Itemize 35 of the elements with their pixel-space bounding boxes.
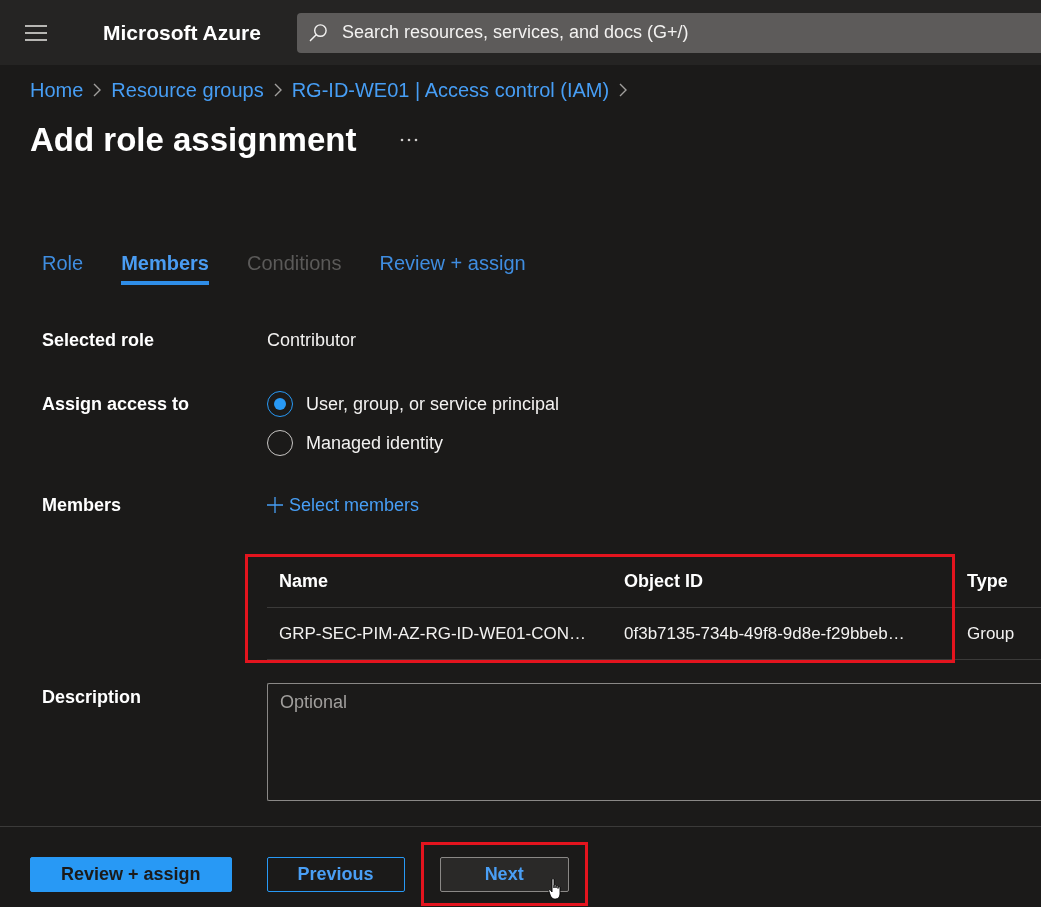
search-field[interactable]: Search resources, services, and docs (G+/) [296, 12, 1041, 53]
column-header: Type [966, 570, 1009, 593]
tab[interactable]: Role [42, 245, 84, 285]
field-label: Description [42, 687, 142, 707]
tab[interactable]: Review + assign [379, 245, 526, 285]
table-cell-text: 0f3b7135-734b-49f8-9d8e-f29bbeb… [623, 622, 906, 645]
selected-role-value: Contributor [267, 329, 357, 352]
menu-icon[interactable] [25, 24, 47, 41]
footer-button[interactable]: Previous [266, 857, 405, 892]
plus-icon [267, 497, 283, 513]
field-label: Assign access to [42, 394, 190, 414]
more-options-icon[interactable] [400, 138, 419, 142]
chevron-right-icon [619, 83, 628, 97]
field-label: Selected role [42, 329, 155, 350]
breadcrumb-link[interactable]: RG-ID-WE01 | Access control (IAM) [291, 78, 610, 102]
app-title[interactable]: Microsoft Azure [103, 16, 261, 49]
breadcrumb-link[interactable]: Resource groups [111, 78, 264, 102]
table-cell-text: Group [966, 622, 1016, 645]
column-header: Name [278, 570, 330, 593]
page-title: Add role assignment [30, 120, 357, 160]
chevron-right-icon [93, 83, 102, 97]
search-icon [308, 23, 328, 42]
radio-option[interactable]: Managed identity [267, 430, 444, 456]
select-members-link[interactable]: Select members [267, 493, 420, 517]
footer-button[interactable]: Next [439, 857, 569, 892]
table-cell-text: GRP-SEC-PIM-AZ-RG-ID-WE01-CON… [278, 622, 587, 645]
hand-cursor-icon [548, 878, 562, 900]
footer-button[interactable]: Review + assign [30, 857, 232, 892]
breadcrumb-link[interactable]: Home [30, 78, 84, 102]
chevron-right-icon [273, 83, 282, 97]
column-header: Object ID [623, 570, 704, 593]
tab[interactable]: Members [121, 245, 209, 285]
description-field[interactable]: Optional [267, 683, 1041, 801]
radio-option[interactable]: User, group, or service principal [267, 391, 560, 417]
field-label: Members [42, 494, 122, 515]
